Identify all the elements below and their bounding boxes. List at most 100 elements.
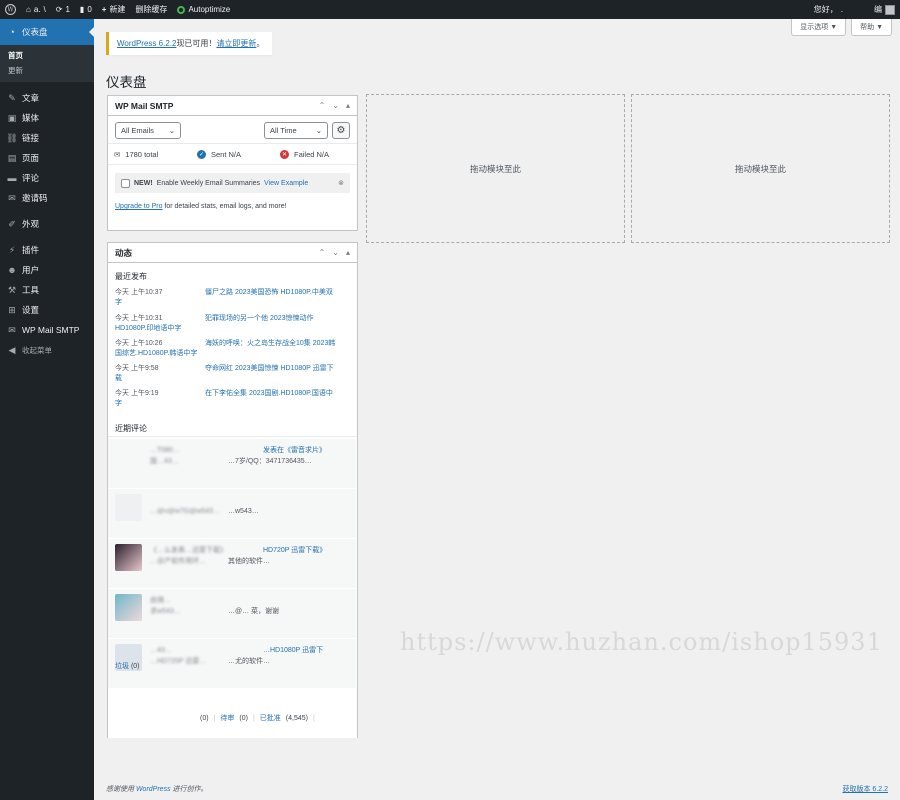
post-title-link[interactable]: 夺命网红 2023美国惊悚 HD1080P 迅雷下 [205, 364, 351, 374]
autoptimize-menu[interactable]: Autoptimize [172, 0, 235, 19]
comment-bubble-icon: ▮ [79, 5, 85, 14]
comment-excerpt-2: …w543… [228, 508, 259, 515]
dashboard-submenu: 首页 更新 [0, 45, 94, 82]
admin-bar: W ⌂ a. \ ⟳ 1 ▮ 0 + 新建 删除缓存 Autoptimize 您… [0, 0, 900, 19]
x-circle-icon: ✕ [280, 149, 289, 159]
recent-post-row-wrap: 字 [108, 298, 358, 308]
mail-icon: ✉ [8, 324, 16, 335]
watermark-text: https://www.huzhan.com/ishop15931 [400, 628, 883, 656]
submenu-updates[interactable]: 更新 [0, 63, 94, 78]
comment-post-link[interactable]: HD720P 迅雷下载》 [263, 546, 326, 556]
move-up-icon[interactable]: ⌃ [319, 101, 326, 110]
stat-sent: ✓ Sent N/A [197, 149, 242, 159]
time-range-select[interactable]: All Time ⌄ [264, 122, 328, 139]
dismiss-icon[interactable]: ⊗ [338, 179, 344, 187]
sidebar-item-0-menu-c[interactable]: ⚡ 插件 [0, 240, 94, 260]
email-type-select[interactable]: All Emails ⌄ [115, 122, 181, 139]
wp-logo-menu[interactable]: W [0, 0, 21, 19]
settings-icon: ⊞ [8, 304, 16, 315]
post-title-link-wrap[interactable]: HD1080P.印地语中字 [115, 324, 181, 334]
comment-excerpt: …@v@w7G@w543… [150, 508, 220, 515]
wordpress-logo-icon: W [5, 4, 16, 15]
recent-post-row: 今天 上午9:58 夺命网红 2023美国惊悚 HD1080P 迅雷下 [108, 364, 358, 374]
post-title-link[interactable]: 海妖的呼唤：火之岛生存战全10集 2023韩 [205, 339, 351, 349]
sidebar-item-3-menu-a[interactable]: ▤ 页面 [0, 148, 94, 168]
post-title-link-wrap[interactable]: 字 [115, 399, 122, 409]
avatar [115, 544, 142, 571]
sidebar-item-0-menu-b[interactable]: ✐ 外观 [0, 214, 94, 234]
recent-post-row-wrap: 载 [108, 374, 358, 384]
sidebar-item-2-menu-a[interactable]: ⛓ 链接 [0, 128, 94, 148]
sidebar-item-dashboard[interactable]: ◔ 仪表盘 [0, 19, 94, 45]
comments-menu[interactable]: ▮ 0 [75, 0, 97, 19]
comment-excerpt: …@产软件用环… [150, 558, 207, 565]
help-button[interactable]: 帮助 ▼ [851, 19, 892, 36]
widget-title: 动态 [115, 247, 133, 258]
link-icon: ⛓ [6, 132, 18, 143]
wordpress-version-link[interactable]: WordPress 6.2.2 [117, 39, 176, 48]
updates-menu[interactable]: ⟳ 1 [51, 0, 75, 19]
user-name-hidden: . [840, 5, 843, 14]
collapse-arrow-icon: ◀ [8, 344, 16, 355]
wordpress-link[interactable]: WordPress [136, 786, 171, 793]
sidebar-item-5-menu-a[interactable]: ✉ 邀请码 [0, 188, 94, 208]
dashboard-icon: ◔ [9, 27, 15, 37]
post-title-link-wrap[interactable]: 载 [115, 374, 122, 384]
sidebar-item-4-menu-a[interactable]: ▬ 评论 [0, 168, 94, 188]
post-title-link[interactable]: 僵尸之路 2023美国恐怖 HD1080P.中美双 [205, 288, 351, 298]
comment-post-link[interactable]: …HD1080P 迅雷下 [263, 646, 323, 656]
toggle-panel-icon[interactable]: ▴ [346, 101, 350, 110]
my-account-menu[interactable]: 您好， . 编 [809, 0, 900, 19]
clear-cache-button[interactable]: 删除缓存 [130, 0, 172, 19]
recent-post-row: 今天 上午9:19 在下李佑全集 2023国剧.HD1080P.国语中 [108, 389, 358, 399]
dropzone-column-2[interactable]: 拖动模块至此 [366, 94, 625, 243]
sidebar-item-2-menu-c[interactable]: ⚒ 工具 [0, 280, 94, 300]
dropzone-column-3[interactable]: 拖动模块至此 [631, 94, 890, 243]
post-time: 今天 上午10:31 [115, 315, 163, 322]
update-now-link[interactable]: 请立即更新 [216, 39, 256, 48]
comment-status-links: (0) | 待审 (0) | 已批准 (4,545) | [108, 698, 357, 738]
post-title-link-wrap[interactable]: 字 [115, 298, 122, 308]
recent-post-row-wrap: HD1080P.印地语中字 [108, 324, 358, 334]
chevron-down-icon: ⌄ [168, 126, 175, 135]
view-example-link[interactable]: View Example [264, 180, 308, 187]
comment-excerpt-2: 其他的软件… [228, 558, 270, 565]
sidebar-item-3-menu-c[interactable]: ⊞ 设置 [0, 300, 94, 320]
new-content-menu[interactable]: + 新建 [97, 0, 131, 19]
sidebar-item-1-menu-a[interactable]: ▣ 媒体 [0, 108, 94, 128]
page-title: 仪表盘 [106, 75, 147, 90]
approved-link[interactable]: 已批准 [260, 713, 281, 723]
sidebar-item-4-menu-c[interactable]: ✉ WP Mail SMTP [0, 320, 94, 340]
weekly-summary-checkbox[interactable] [121, 178, 130, 188]
site-name-menu[interactable]: ⌂ a. \ [21, 0, 51, 19]
comment-excerpt-2: …7岁/QQ：3471736435… [228, 458, 312, 465]
avatar [115, 494, 142, 521]
sidebar-item-1-menu-c[interactable]: ☻ 用户 [0, 260, 94, 280]
move-down-icon[interactable]: ⌄ [332, 101, 339, 110]
collapse-menu-button[interactable]: ◀ 收起菜单 [0, 340, 94, 360]
toggle-panel-icon[interactable]: ▴ [346, 248, 350, 257]
comment-author: …T080… [150, 447, 180, 454]
spam-link[interactable]: 垃圾 [115, 663, 129, 670]
post-time: 今天 上午10:26 [115, 340, 163, 347]
move-up-icon[interactable]: ⌃ [319, 248, 326, 257]
wrench-icon: ⚒ [7, 284, 17, 295]
post-title-link[interactable]: 犯罪现场的另一个他 2023惊悚动作 [205, 314, 351, 324]
admin-sidebar: ◔ 仪表盘 首页 更新 ✎ 文章 ▣ 媒体 ⛓ 链接 ▤ 页面 ▬ 评论 ✉ 邀请码 ✐ 外观 ⚡ 插件 ☻… [0, 19, 94, 800]
post-time: 今天 上午9:19 [115, 390, 159, 397]
recent-published-heading: 最近发布 [115, 272, 147, 281]
get-version-link[interactable]: 获取版本 6.2.2 [842, 786, 888, 793]
post-title-link-wrap[interactable]: 国综艺.HD1080P.韩语中字 [115, 349, 197, 359]
upgrade-to-pro-link[interactable]: Upgrade to Pro [115, 203, 162, 210]
screen-options-button[interactable]: 显示选项 ▼ [791, 19, 847, 36]
weekly-summary-notice: NEW! Enable Weekly Email Summaries View … [115, 173, 350, 193]
move-down-icon[interactable]: ⌄ [332, 248, 339, 257]
comment-post-link[interactable]: 发表在《雷音求片》 [263, 446, 326, 456]
post-title-link[interactable]: 在下李佑全集 2023国剧.HD1080P.国语中 [205, 389, 351, 399]
pending-link[interactable]: 待审 [220, 713, 234, 723]
submenu-home[interactable]: 首页 [0, 48, 94, 63]
comment-excerpt: 国…43… [150, 458, 179, 465]
settings-gear-button[interactable]: ⚙ [332, 122, 350, 139]
widget-title: WP Mail SMTP [115, 100, 174, 111]
sidebar-item-0-menu-a[interactable]: ✎ 文章 [0, 88, 94, 108]
